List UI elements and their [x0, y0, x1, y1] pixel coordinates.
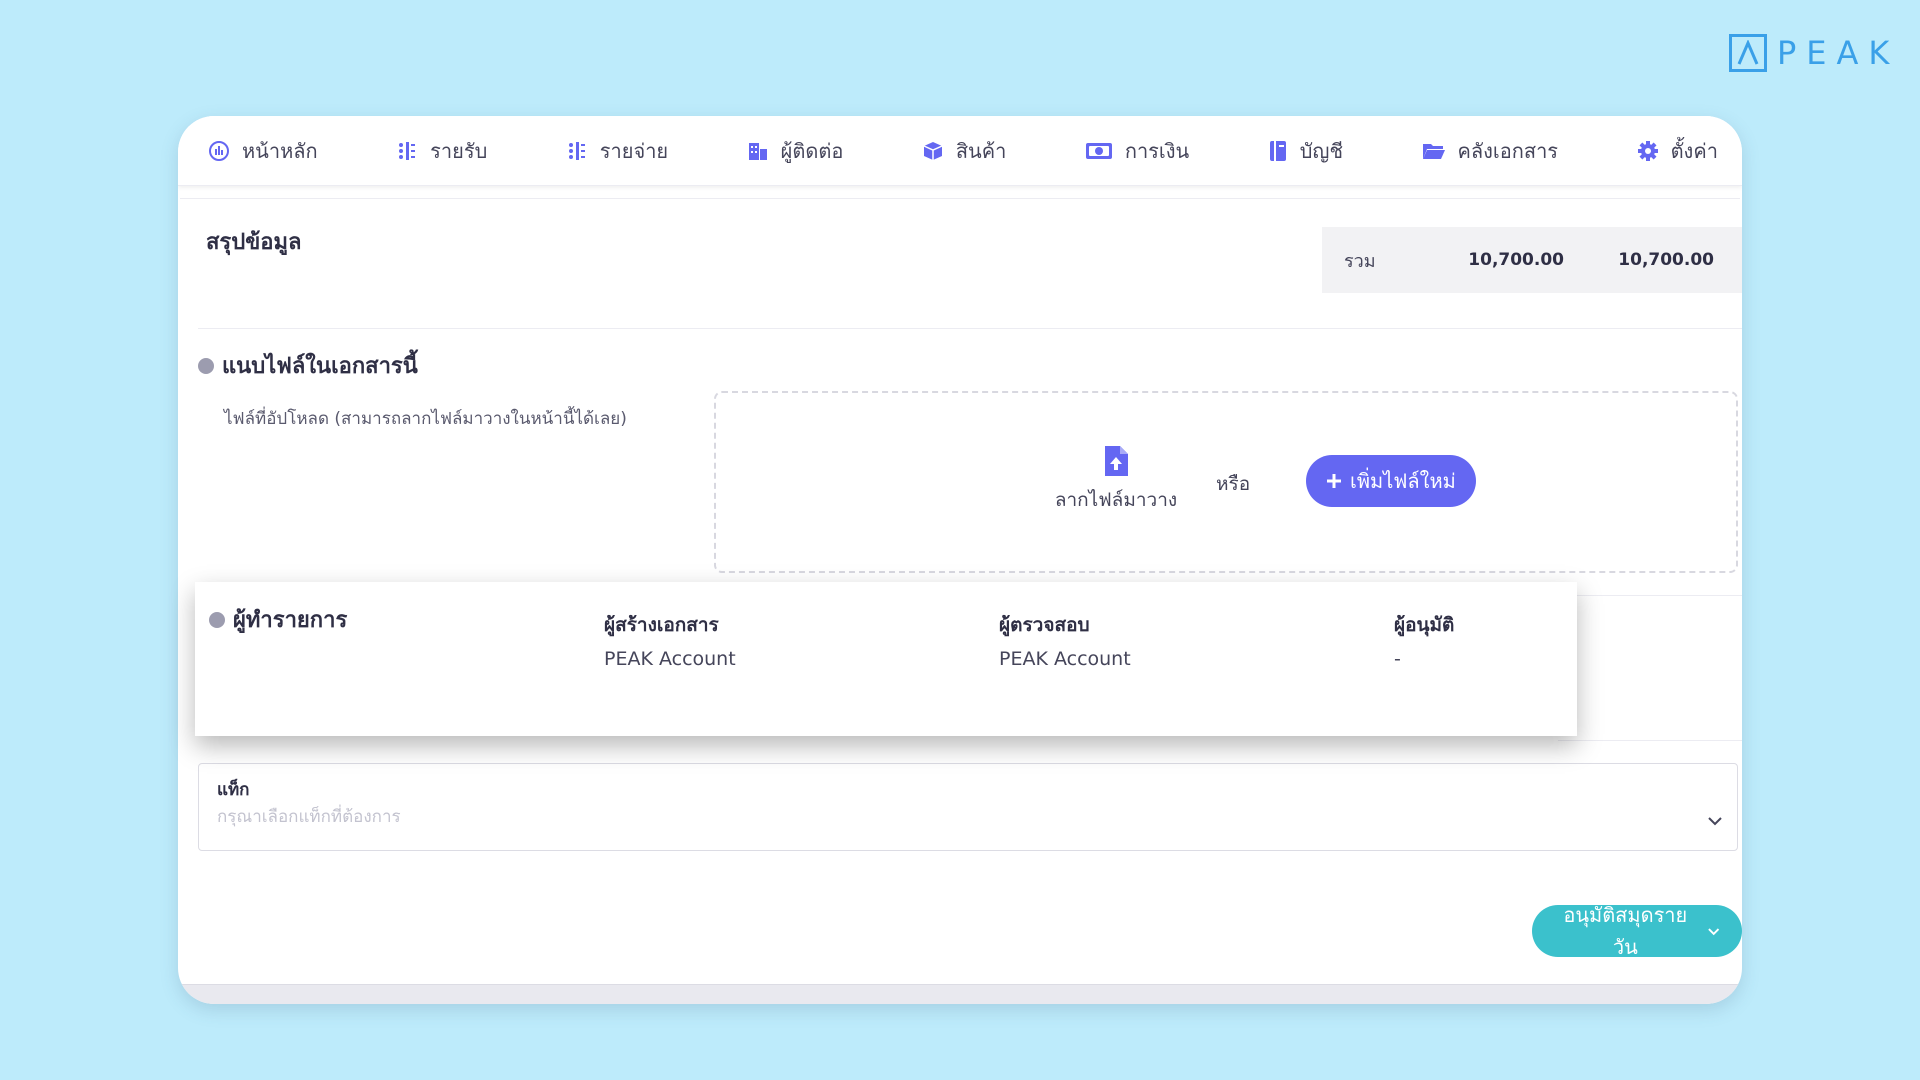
section-bullet-icon — [209, 611, 225, 628]
tag-label: แท็ก — [217, 780, 250, 800]
actors-panel: ผู้ทำรายการ ผู้สร้างเอกสาร PEAK Account … — [195, 582, 1577, 736]
money-icon — [1085, 142, 1112, 159]
nav-item-accounting[interactable]: บัญชี — [1268, 135, 1343, 167]
section-bullet-icon — [198, 357, 214, 374]
peak-logo-mark-icon — [1729, 34, 1767, 72]
nav-label: สินค้า — [955, 138, 1007, 163]
chevron-down-icon[interactable] — [1707, 816, 1723, 826]
accounting-book-icon — [1269, 140, 1286, 161]
add-new-file-label: เพิ่มไฟล์ใหม่ — [1350, 469, 1456, 493]
file-upload-icon — [1105, 446, 1128, 476]
window-bottom-bar — [178, 984, 1742, 1004]
drop-area[interactable]: ลากไฟล์มาวาง — [1036, 445, 1196, 515]
summary-title: สรุปข้อมูล — [206, 230, 302, 255]
plus-icon — [1327, 474, 1341, 488]
attachments-title-text: แนบไฟล์ในเอกสารนี้ — [222, 354, 418, 379]
approver-value: - — [1394, 648, 1401, 670]
app-window: หน้าหลัก รายรับ รายจ่าย ผู้ติดต่อ สินค้า… — [178, 116, 1742, 1004]
actors-title-text: ผู้ทำรายการ — [233, 608, 348, 633]
nav-item-settings[interactable]: ตั้งค่า — [1637, 135, 1718, 167]
nav-item-income[interactable]: รายรับ — [396, 135, 487, 167]
peak-logo-text: PEAK — [1777, 34, 1900, 72]
add-new-file-button[interactable]: เพิ่มไฟล์ใหม่ — [1306, 455, 1476, 507]
tag-select[interactable]: แท็ก — [198, 763, 1738, 851]
nav-label: รายรับ — [430, 138, 488, 163]
summary-total-label: รวม — [1344, 250, 1376, 272]
section-divider — [1558, 595, 1742, 596]
approve-journal-button[interactable]: อนุมัติสมุดรายวัน — [1532, 903, 1742, 959]
nav-label: ตั้งค่า — [1670, 138, 1718, 163]
section-divider — [180, 198, 1740, 199]
reviewer-column: ผู้ตรวจสอบ PEAK Account — [999, 610, 1131, 670]
nav-label: หน้าหลัก — [242, 138, 318, 163]
nav-item-documents[interactable]: คลังเอกสาร — [1422, 135, 1559, 167]
nav-item-finance[interactable]: การเงิน — [1085, 135, 1189, 167]
section-divider — [198, 328, 1742, 329]
approver-label: ผู้อนุมัติ — [1394, 614, 1455, 636]
approver-column: ผู้อนุมัติ - — [1394, 610, 1454, 670]
reviewer-value: PEAK Account — [999, 648, 1131, 670]
income-list-icon — [399, 141, 416, 160]
chevron-down-icon — [1707, 927, 1719, 935]
peak-logo: PEAK — [1729, 34, 1899, 72]
reviewer-label: ผู้ตรวจสอบ — [999, 614, 1090, 636]
approve-journal-label: อนุมัติสมุดรายวัน — [1563, 903, 1688, 959]
nav-item-contacts[interactable]: ผู้ติดต่อ — [747, 135, 844, 167]
nav-label: รายจ่าย — [599, 138, 669, 163]
nav-item-home[interactable]: หน้าหลัก — [208, 135, 318, 167]
upload-hint: ไฟล์ที่อัปโหลด (สามารถลากไฟล์มาวางในหน้า… — [224, 409, 627, 429]
actors-title: ผู้ทำรายการ — [209, 602, 347, 637]
top-navigation: หน้าหลัก รายรับ รายจ่าย ผู้ติดต่อ สินค้า… — [178, 116, 1742, 186]
summary-total-box: รวม 10,700.00 10,700.00 — [1322, 227, 1742, 293]
contacts-icon — [748, 142, 767, 160]
summary-total-value-1: 10,700.00 — [1468, 250, 1564, 270]
or-label: หรือ — [1216, 473, 1251, 495]
creator-column: ผู้สร้างเอกสาร PEAK Account — [604, 610, 736, 670]
dashboard-icon — [209, 140, 229, 161]
summary-total-value-2: 10,700.00 — [1618, 250, 1714, 270]
attachments-title: แนบไฟล์ในเอกสารนี้ — [198, 348, 418, 383]
gear-icon — [1637, 140, 1658, 161]
nav-label: บัญชี — [1299, 138, 1344, 163]
creator-value: PEAK Account — [604, 648, 736, 670]
nav-item-expense[interactable]: รายจ่าย — [566, 135, 668, 167]
nav-label: คลังเอกสาร — [1457, 138, 1559, 163]
product-box-icon — [923, 141, 943, 160]
section-divider — [1558, 740, 1742, 741]
folder-icon — [1422, 143, 1445, 159]
nav-label: ผู้ติดต่อ — [780, 138, 844, 163]
drop-label: ลากไฟล์มาวาง — [1054, 489, 1178, 511]
creator-label: ผู้สร้างเอกสาร — [604, 614, 719, 636]
tag-input[interactable] — [217, 804, 1617, 830]
file-dropzone[interactable]: ลากไฟล์มาวาง หรือ เพิ่มไฟล์ใหม่ — [714, 391, 1738, 573]
nav-item-products[interactable]: สินค้า — [922, 135, 1007, 167]
expense-list-icon — [568, 141, 585, 160]
nav-label: การเงิน — [1124, 138, 1190, 163]
